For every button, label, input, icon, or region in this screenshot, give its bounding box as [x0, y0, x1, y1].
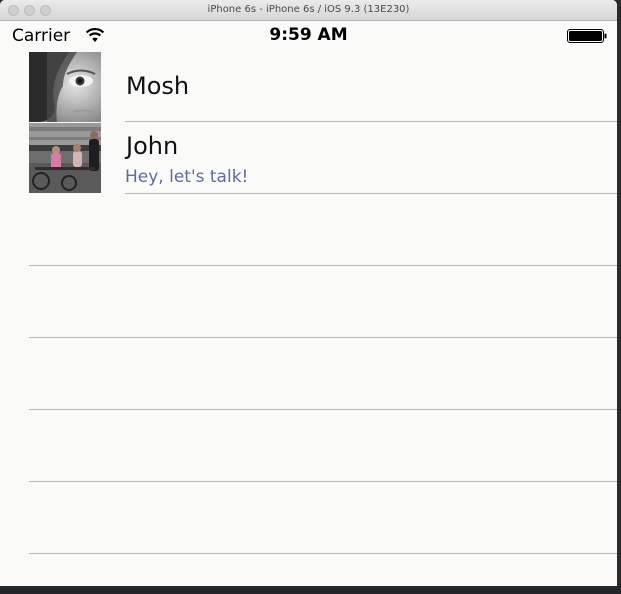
- contact-name: John: [126, 132, 179, 160]
- empty-row: [0, 338, 617, 410]
- empty-row: [0, 266, 617, 338]
- avatar: [29, 52, 101, 122]
- battery-icon: [567, 29, 607, 43]
- simulator-window: iPhone 6s - iPhone 6s / iOS 9.3 (13E230)…: [0, 0, 617, 586]
- contacts-table: Mosh John Hey, let's talk!: [0, 50, 617, 554]
- window-edge: [617, 0, 621, 594]
- clock: 9:59 AM: [269, 25, 348, 45]
- empty-row: [0, 194, 617, 266]
- contact-subtitle: Hey, let's talk!: [125, 167, 249, 187]
- contact-name: Mosh: [126, 72, 190, 100]
- window-title: iPhone 6s - iPhone 6s / iOS 9.3 (13E230): [207, 4, 410, 15]
- status-bar: Carrier 9:59 AM: [0, 22, 617, 50]
- desktop-background: [0, 586, 621, 594]
- avatar: [29, 123, 101, 193]
- empty-row: [0, 410, 617, 482]
- title-bar[interactable]: iPhone 6s - iPhone 6s / iOS 9.3 (13E230): [0, 0, 617, 21]
- table-row[interactable]: John Hey, let's talk!: [0, 122, 617, 194]
- row-separator: [29, 553, 617, 554]
- table-row[interactable]: Mosh: [0, 50, 617, 122]
- empty-row: [0, 482, 617, 554]
